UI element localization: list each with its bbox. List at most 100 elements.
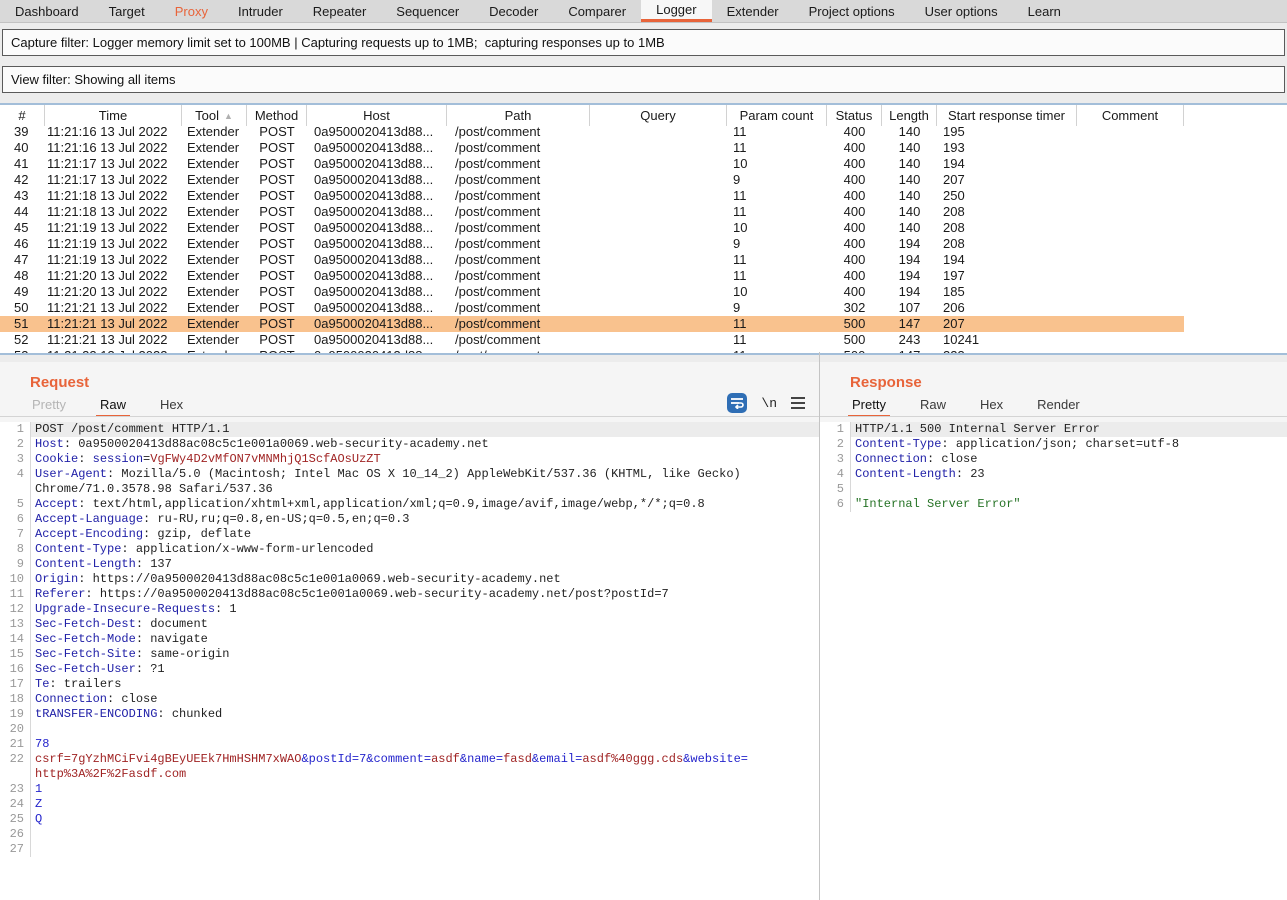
request-tab-hex[interactable]: Hex [156,397,187,417]
menu-tab-repeater[interactable]: Repeater [298,0,381,22]
newline-toggle-button[interactable]: \n [761,396,777,411]
column-header-length[interactable]: Length [882,105,937,126]
response-line-5: 5 [820,482,1287,497]
word-wrap-toggle-icon[interactable] [727,393,747,413]
cell-time: 11:21:19 13 Jul 2022 [45,236,182,252]
column-header-method[interactable]: Method [247,105,307,126]
line-number: 21 [0,737,31,752]
line-number: 3 [0,452,31,467]
column-header-status[interactable]: Status [827,105,882,126]
menu-tab-extender[interactable]: Extender [712,0,794,22]
line-number: 12 [0,602,31,617]
view-filter-bar[interactable]: View filter: Showing all items [2,66,1285,93]
log-row-49[interactable]: 4911:21:20 13 Jul 2022ExtenderPOST0a9500… [0,284,1287,300]
menu-tab-user-options[interactable]: User options [910,0,1013,22]
request-editor[interactable]: 1POST /post/comment HTTP/1.12Host: 0a950… [0,422,819,900]
request-tab-pretty[interactable]: Pretty [28,397,70,417]
log-row-42[interactable]: 4211:21:17 13 Jul 2022ExtenderPOST0a9500… [0,172,1287,188]
cell-length: 140 [882,172,937,188]
response-tab-raw[interactable]: Raw [916,397,950,417]
cell-status: 400 [827,220,882,236]
cell-param-count: 11 [727,268,827,284]
response-editor[interactable]: 1HTTP/1.1 500 Internal Server Error2Cont… [820,422,1287,900]
request-line-13: 13Sec-Fetch-Dest: document [0,617,819,632]
logger-table: #TimeTool▲MethodHostPathQueryParam count… [0,103,1287,355]
response-tab-render[interactable]: Render [1033,397,1084,417]
line-number: 1 [820,422,851,437]
column-header-start-response-timer[interactable]: Start response timer [937,105,1077,126]
menu-tab-sequencer[interactable]: Sequencer [381,0,474,22]
sort-ascending-icon: ▲ [224,111,233,121]
menu-tab-target[interactable]: Target [94,0,160,22]
log-row-45[interactable]: 4511:21:19 13 Jul 2022ExtenderPOST0a9500… [0,220,1287,236]
line-number: 6 [0,512,31,527]
cell-length: 140 [882,156,937,172]
column-header-comment[interactable]: Comment [1077,105,1184,126]
log-row-52[interactable]: 5211:21:21 13 Jul 2022ExtenderPOST0a9500… [0,332,1287,348]
request-line-23: 231 [0,782,819,797]
log-row-47[interactable]: 4711:21:19 13 Jul 2022ExtenderPOST0a9500… [0,252,1287,268]
log-row-46[interactable]: 4611:21:19 13 Jul 2022ExtenderPOST0a9500… [0,236,1287,252]
column-header-path[interactable]: Path [447,105,590,126]
request-line-text: User-Agent: Mozilla/5.0 (Macintosh; Inte… [31,467,819,482]
menu-tab-project-options[interactable]: Project options [794,0,910,22]
request-line-5: 5Accept: text/html,application/xhtml+xml… [0,497,819,512]
line-number: 3 [820,452,851,467]
menu-tab-comparer[interactable]: Comparer [553,0,641,22]
line-number: 2 [0,437,31,452]
column-header-tool[interactable]: Tool▲ [182,105,247,126]
response-tab-row: Pretty Raw Hex Render [820,391,1287,417]
cell-tool: Extender [182,236,247,252]
cell-status: 400 [827,252,882,268]
menu-tab-logger[interactable]: Logger [641,0,711,22]
column-header-query[interactable]: Query [590,105,727,126]
column-header-time[interactable]: Time [45,105,182,126]
request-line-text: Content-Length: 137 [31,557,819,572]
cell-host: 0a9500020413d88... [307,140,447,156]
response-line-text: Content-Length: 23 [851,467,1287,482]
request-tab-raw[interactable]: Raw [96,397,130,417]
column-header-param-count[interactable]: Param count [727,105,827,126]
cell-tool: Extender [182,348,247,355]
column-header--[interactable]: # [0,105,45,126]
cell-host: 0a9500020413d88... [307,172,447,188]
cell-host: 0a9500020413d88... [307,204,447,220]
menu-tab-proxy[interactable]: Proxy [160,0,223,22]
log-row-51[interactable]: 5111:21:21 13 Jul 2022ExtenderPOST0a9500… [0,316,1287,332]
cell-param-count: 10 [727,220,827,236]
log-row-48[interactable]: 4811:21:20 13 Jul 2022ExtenderPOST0a9500… [0,268,1287,284]
column-header-host[interactable]: Host [307,105,447,126]
menu-tab-intruder[interactable]: Intruder [223,0,298,22]
cell-query [590,236,727,252]
log-row-50[interactable]: 5011:21:21 13 Jul 2022ExtenderPOST0a9500… [0,300,1287,316]
response-tab-hex[interactable]: Hex [976,397,1007,417]
editor-menu-icon[interactable] [791,397,805,409]
log-row-44[interactable]: 4411:21:18 13 Jul 2022ExtenderPOST0a9500… [0,204,1287,220]
menu-tab-learn[interactable]: Learn [1013,0,1076,22]
cell-num: 42 [0,172,45,188]
log-row-53[interactable]: 5311:21:22 13 Jul 2022ExtenderPOST0a9500… [0,348,1287,355]
cell-num: 49 [0,284,45,300]
request-line-17: 17Te: trailers [0,677,819,692]
response-tab-pretty[interactable]: Pretty [848,397,890,417]
log-row-40[interactable]: 4011:21:16 13 Jul 2022ExtenderPOST0a9500… [0,140,1287,156]
cell-length: 194 [882,252,937,268]
request-line-wrap: http%3A%2F%2Fasdf.com [0,767,819,782]
log-row-43[interactable]: 4311:21:18 13 Jul 2022ExtenderPOST0a9500… [0,188,1287,204]
table-header-row: #TimeTool▲MethodHostPathQueryParam count… [0,105,1287,126]
request-line-26: 26 [0,827,819,842]
menu-tab-dashboard[interactable]: Dashboard [0,0,94,22]
cell-host: 0a9500020413d88... [307,348,447,355]
capture-filter-bar[interactable]: Capture filter: Logger memory limit set … [2,29,1285,56]
cell-comment [1077,172,1184,188]
log-row-39[interactable]: 3911:21:16 13 Jul 2022ExtenderPOST0a9500… [0,124,1287,140]
cell-param-count: 11 [727,316,827,332]
log-row-41[interactable]: 4111:21:17 13 Jul 2022ExtenderPOST0a9500… [0,156,1287,172]
request-line-1: 1POST /post/comment HTTP/1.1 [0,422,819,437]
menu-tab-decoder[interactable]: Decoder [474,0,553,22]
line-number: 17 [0,677,31,692]
cell-start-response-timer: 208 [937,220,1077,236]
line-number: 11 [0,587,31,602]
request-line-19: 19tRANSFER-ENCODING: chunked [0,707,819,722]
cell-method: POST [247,284,307,300]
